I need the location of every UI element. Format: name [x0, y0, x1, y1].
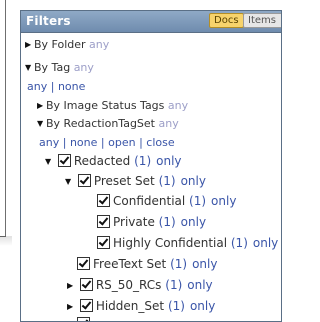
- redaction-open-link[interactable]: open: [108, 136, 135, 149]
- confidential-label: Confidential: [113, 194, 186, 208]
- collapse-triangle-icon[interactable]: ▼: [45, 153, 54, 171]
- rs-50-rcs-checkbox[interactable]: [79, 278, 93, 291]
- private-checkbox[interactable]: [97, 215, 110, 228]
- rs-50-rcs-only-link[interactable]: only: [187, 278, 212, 292]
- tree-item-private: Private (1) only: [97, 213, 206, 231]
- collapse-triangle-icon[interactable]: ▼: [37, 115, 46, 133]
- preset-set-only-link[interactable]: only: [181, 174, 206, 188]
- freetext-set-count: (1): [170, 257, 188, 271]
- highly-confidential-only-link[interactable]: only: [253, 236, 278, 250]
- tree-item-redacted: ▼ Redacted (1) only: [45, 152, 182, 170]
- private-only-link[interactable]: only: [181, 215, 206, 229]
- private-count: (1): [158, 215, 176, 229]
- folder-filter-value: any: [89, 38, 110, 51]
- private-label: Private: [113, 215, 155, 229]
- tag-any-link[interactable]: any: [27, 80, 47, 93]
- confidential-only-link[interactable]: only: [211, 194, 236, 208]
- tree-item-hidden-set: ▶ Hidden_Set (1) only: [67, 297, 215, 315]
- preset-set-count: (1): [158, 174, 176, 188]
- highly-confidential-checkbox[interactable]: [97, 236, 110, 249]
- redacted-count: (1): [134, 154, 152, 168]
- tag-filter-value: any: [73, 61, 94, 74]
- tag-none-link[interactable]: none: [58, 80, 85, 93]
- preset-set-label: Preset Set: [93, 174, 155, 188]
- tag-filter-label: By Tag: [34, 61, 71, 74]
- hidden-set-checkbox[interactable]: [79, 299, 93, 312]
- redaction-none-link[interactable]: none: [70, 136, 97, 149]
- confidential-checkbox[interactable]: [97, 194, 110, 207]
- expand-triangle-icon[interactable]: ▶: [25, 36, 34, 54]
- tree-item-preset-set: ▼ Preset Set (1) only: [65, 172, 206, 190]
- preset-set-checkbox[interactable]: [77, 174, 91, 187]
- redaction-filter-value: any: [158, 117, 179, 130]
- panel-shadow: [0, 236, 12, 246]
- redacted-checkbox[interactable]: [57, 154, 71, 167]
- confidential-count: (1): [189, 194, 207, 208]
- highly-confidential-count: (1): [230, 236, 248, 250]
- highly-confidential-label: Highly Confidential: [113, 236, 228, 250]
- redaction-filter-row[interactable]: ▼ By RedactionTagSet any: [37, 115, 179, 133]
- image-status-filter-row[interactable]: ▶ By Image Status Tags any: [37, 97, 188, 115]
- freetext-set-label: FreeText Set: [93, 257, 167, 271]
- expand-triangle-icon[interactable]: ▶: [67, 277, 76, 295]
- background-window-panel: [0, 0, 6, 237]
- freetext-set-checkbox[interactable]: [77, 257, 90, 270]
- filters-panel: Filters Docs Items ▶ By Folder any ▼ By Ta…: [20, 10, 282, 322]
- tag-filter-row[interactable]: ▼ By Tag any: [25, 59, 94, 77]
- redaction-close-link[interactable]: close: [146, 136, 174, 149]
- docs-button[interactable]: Docs: [209, 13, 244, 28]
- collapse-triangle-icon[interactable]: ▼: [25, 59, 34, 77]
- rs-50-rcs-label: RS_50_RCs: [95, 278, 162, 292]
- redacted-only-link[interactable]: only: [156, 154, 181, 168]
- tree-item-freetext-set: FreeText Set (1) only: [77, 255, 217, 273]
- tree-item-confidential: Confidential (1) only: [97, 192, 236, 210]
- redaction-any-link[interactable]: any: [39, 136, 59, 149]
- tree-item-partial: [77, 315, 93, 321]
- expand-triangle-icon[interactable]: ▶: [37, 97, 46, 115]
- freetext-set-only-link[interactable]: only: [192, 257, 217, 271]
- collapse-triangle-icon[interactable]: ▼: [65, 173, 74, 191]
- tree-item-highly-confidential: Highly Confidential (1) only: [97, 234, 278, 252]
- folder-filter-label: By Folder: [34, 38, 86, 51]
- partial-checkbox[interactable]: [77, 317, 90, 321]
- tree-item-rs-50-rcs: ▶ RS_50_RCs (1) only: [67, 276, 213, 294]
- image-status-filter-value: any: [167, 99, 189, 112]
- folder-filter-row[interactable]: ▶ By Folder any: [25, 36, 109, 54]
- items-button[interactable]: Items: [243, 13, 281, 28]
- redaction-filter-label: By RedactionTagSet: [46, 117, 155, 130]
- image-status-filter-label: By Image Status Tags: [46, 99, 165, 112]
- redaction-quick-links: any | none | open | close: [39, 136, 175, 149]
- rs-50-rcs-count: (1): [165, 278, 183, 292]
- tag-quick-links: any | none: [27, 80, 86, 93]
- panel-title: Filters: [26, 14, 71, 28]
- filters-header: Filters Docs Items: [21, 11, 281, 33]
- expand-triangle-icon[interactable]: ▶: [67, 298, 76, 316]
- redacted-label: Redacted: [73, 154, 131, 168]
